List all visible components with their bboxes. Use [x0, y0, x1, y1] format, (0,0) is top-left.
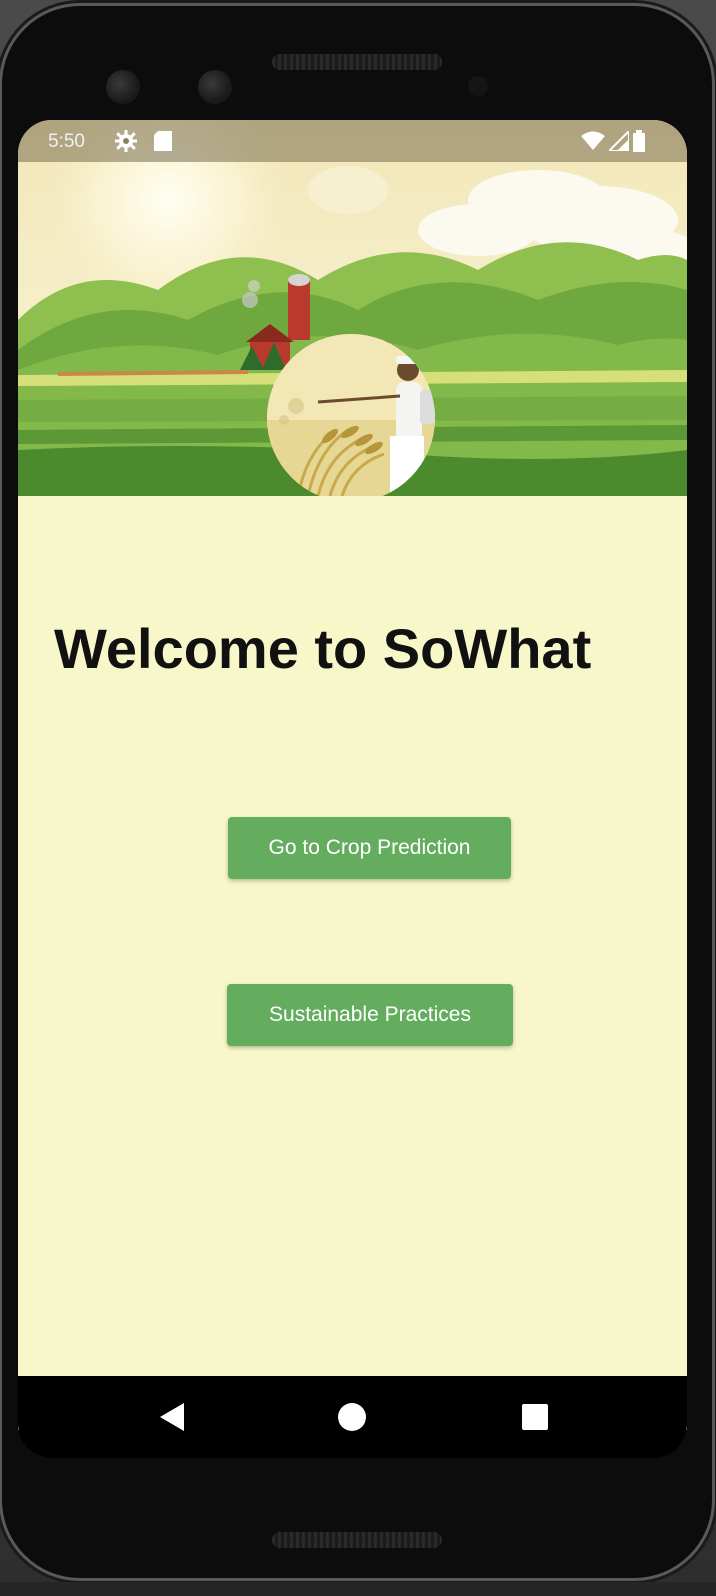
back-icon[interactable]: [158, 1401, 186, 1433]
status-icons-right: [581, 130, 645, 152]
sd-card-icon: [154, 131, 172, 151]
wifi-icon: [581, 131, 605, 150]
battery-icon: [633, 130, 645, 152]
front-camera-secondary: [198, 70, 232, 104]
front-camera: [106, 70, 140, 104]
earpiece-speaker: [272, 54, 442, 70]
sustainable-practices-button[interactable]: Sustainable Practices: [227, 984, 513, 1046]
app-screen: 5:50 Welcome to SoWhat Go to Crop Predic…: [18, 120, 687, 1430]
system-navigation-bar: [18, 1376, 687, 1458]
home-icon[interactable]: [338, 1403, 366, 1431]
status-bar: 5:50: [18, 120, 687, 162]
farm-landscape-illustration: [18, 120, 687, 496]
recents-icon[interactable]: [522, 1404, 548, 1430]
status-time: 5:50: [48, 131, 85, 152]
editor-strip: [0, 1582, 716, 1596]
signal-icon: [609, 131, 629, 151]
gear-icon: [115, 130, 137, 152]
crop-prediction-button[interactable]: Go to Crop Prediction: [228, 817, 511, 879]
proximity-sensor: [468, 76, 488, 96]
bottom-speaker: [272, 1532, 442, 1548]
welcome-title: Welcome to SoWhat: [54, 617, 592, 680]
